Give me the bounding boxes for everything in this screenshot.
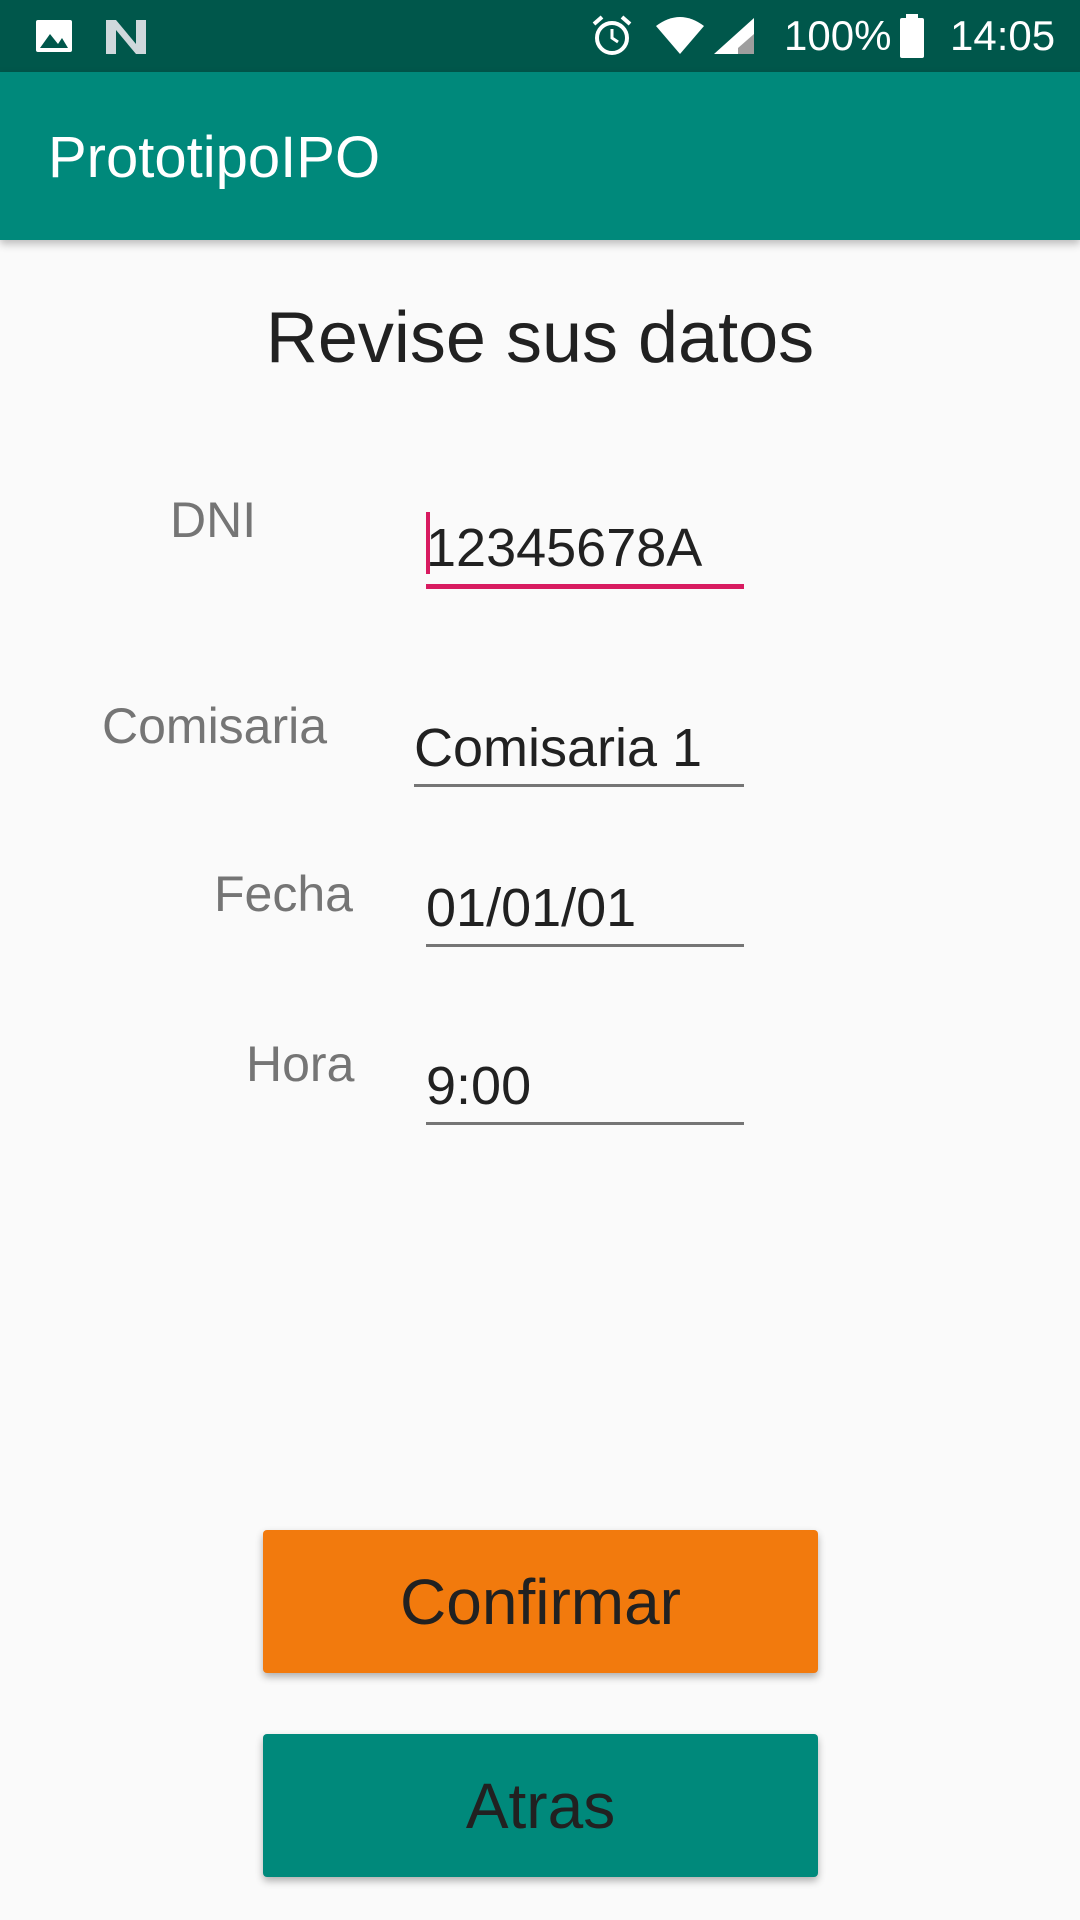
page-title: Revise sus datos	[265, 298, 815, 378]
n-icon	[104, 18, 148, 61]
comisaria-input[interactable]	[414, 712, 744, 787]
hora-input[interactable]	[426, 1050, 744, 1125]
clock: 14:05	[950, 12, 1056, 59]
status-bar: 100% 14:05	[0, 0, 1080, 72]
battery-icon	[898, 14, 926, 63]
wifi-icon	[654, 16, 706, 61]
fecha-label: Fecha	[214, 866, 353, 922]
dni-label: DNI	[170, 492, 257, 548]
confirm-button[interactable]: Confirmar	[263, 1530, 818, 1673]
text-cursor	[426, 512, 430, 574]
comisaria-label: Comisaria	[102, 698, 328, 754]
app-bar: PrototipoIPO	[0, 72, 1080, 240]
battery-percent: 100%	[784, 12, 892, 59]
signal-icon	[712, 16, 756, 61]
hora-label: Hora	[246, 1036, 355, 1092]
alarm-icon	[590, 14, 634, 63]
photo-icon	[34, 16, 74, 61]
dni-input[interactable]	[426, 512, 744, 589]
app-title: PrototipoIPO	[48, 125, 381, 190]
back-button[interactable]: Atras	[263, 1734, 818, 1877]
fecha-input[interactable]	[426, 872, 744, 947]
